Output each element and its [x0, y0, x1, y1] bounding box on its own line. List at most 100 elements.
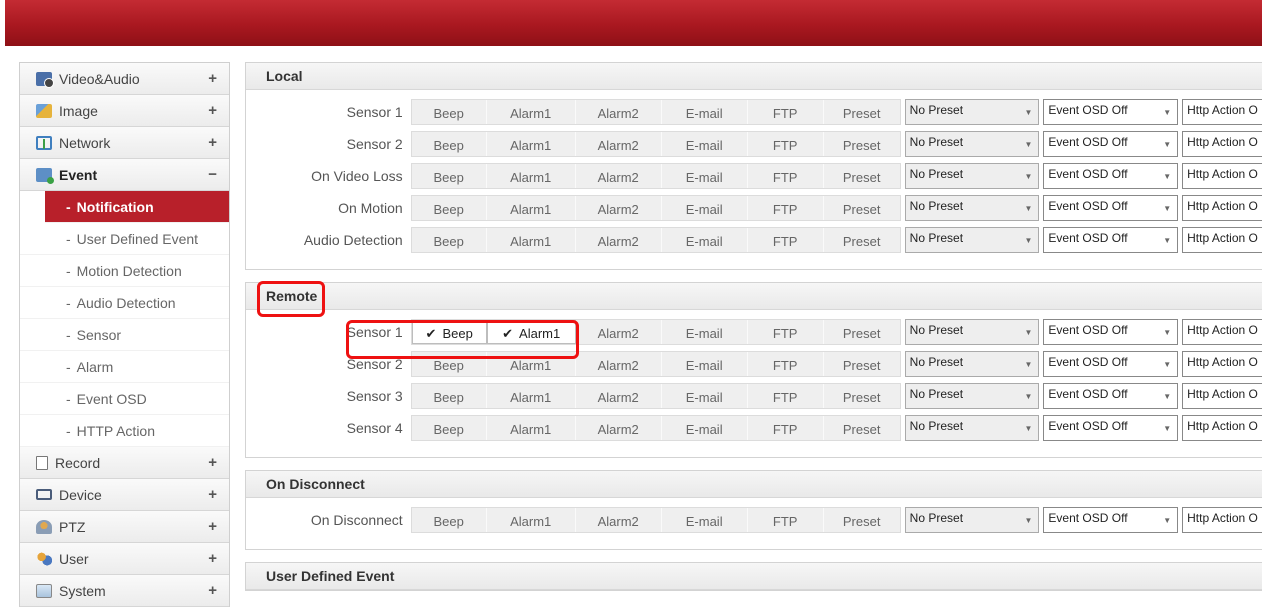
- email-button[interactable]: E-mail: [662, 384, 748, 408]
- sidebar-item-event[interactable]: Event −: [20, 159, 229, 191]
- alarm1-button[interactable]: Alarm1: [487, 352, 576, 376]
- http-action-select[interactable]: Http Action O: [1182, 227, 1262, 253]
- sidebar-item-video-audio[interactable]: Video&Audio +: [20, 63, 229, 95]
- sidebar-subitem-event-osd[interactable]: - Event OSD: [20, 383, 229, 415]
- event-osd-select[interactable]: Event OSD Off ▼: [1043, 383, 1179, 409]
- event-osd-select[interactable]: Event OSD Off ▼: [1043, 507, 1179, 533]
- preset-button[interactable]: Preset: [824, 416, 900, 440]
- sidebar-subitem-notification[interactable]: - Notification: [45, 191, 229, 223]
- event-osd-select[interactable]: Event OSD Off ▼: [1043, 131, 1179, 157]
- beep-button[interactable]: Beep: [412, 164, 487, 188]
- email-button[interactable]: E-mail: [662, 352, 748, 376]
- preset-button[interactable]: Preset: [824, 384, 900, 408]
- alarm1-button[interactable]: Alarm1: [487, 384, 576, 408]
- email-button[interactable]: E-mail: [662, 416, 748, 440]
- beep-button[interactable]: Beep: [412, 416, 487, 440]
- beep-button[interactable]: Beep: [412, 196, 487, 220]
- preset-select[interactable]: No Preset ▼: [904, 195, 1040, 221]
- preset-button[interactable]: Preset: [824, 228, 900, 252]
- ftp-button[interactable]: FTP: [748, 508, 824, 532]
- beep-button[interactable]: Beep: [412, 384, 487, 408]
- alarm2-button[interactable]: Alarm2: [576, 352, 662, 376]
- alarm1-button[interactable]: Alarm1: [487, 100, 576, 124]
- sidebar-item-image[interactable]: Image +: [20, 95, 229, 127]
- alarm2-button[interactable]: Alarm2: [576, 228, 662, 252]
- alarm1-button[interactable]: Alarm1: [487, 196, 576, 220]
- beep-button[interactable]: Beep: [412, 132, 487, 156]
- email-button[interactable]: E-mail: [662, 164, 748, 188]
- expand-icon[interactable]: +: [208, 134, 217, 151]
- alarm1-button[interactable]: Alarm1: [487, 508, 576, 532]
- beep-button[interactable]: Beep: [412, 352, 487, 376]
- alarm2-button[interactable]: Alarm2: [576, 508, 662, 532]
- expand-icon[interactable]: +: [208, 550, 217, 567]
- sidebar-subitem-motion-detection[interactable]: - Motion Detection: [20, 255, 229, 287]
- preset-select[interactable]: No Preset ▼: [904, 383, 1040, 409]
- ftp-button[interactable]: FTP: [748, 416, 824, 440]
- event-osd-select[interactable]: Event OSD Off ▼: [1043, 415, 1179, 441]
- http-action-select[interactable]: Http Action O: [1182, 383, 1262, 409]
- http-action-select[interactable]: Http Action O: [1182, 195, 1262, 221]
- preset-select[interactable]: No Preset ▼: [904, 99, 1040, 125]
- sidebar-subitem-http-action[interactable]: - HTTP Action: [20, 415, 229, 447]
- ftp-button[interactable]: FTP: [748, 164, 824, 188]
- sidebar-subitem-user-defined-event[interactable]: - User Defined Event: [20, 223, 229, 255]
- http-action-select[interactable]: Http Action O: [1182, 131, 1262, 157]
- http-action-select[interactable]: Http Action O: [1182, 507, 1262, 533]
- alarm1-button[interactable]: Alarm1: [487, 416, 576, 440]
- event-osd-select[interactable]: Event OSD Off ▼: [1043, 351, 1179, 377]
- sidebar-item-device[interactable]: Device +: [20, 479, 229, 511]
- alarm2-button[interactable]: Alarm2: [576, 132, 662, 156]
- expand-icon[interactable]: +: [208, 454, 217, 471]
- expand-icon[interactable]: +: [208, 102, 217, 119]
- http-action-select[interactable]: Http Action O: [1182, 99, 1262, 125]
- http-action-select[interactable]: Http Action O: [1182, 319, 1262, 345]
- preset-button[interactable]: Preset: [824, 508, 900, 532]
- email-button[interactable]: E-mail: [662, 100, 748, 124]
- expand-icon[interactable]: +: [208, 582, 217, 599]
- http-action-select[interactable]: Http Action O: [1182, 163, 1262, 189]
- alarm1-button[interactable]: Alarm1: [487, 164, 576, 188]
- beep-button[interactable]: Beep: [412, 228, 487, 252]
- ftp-button[interactable]: FTP: [748, 384, 824, 408]
- preset-select[interactable]: No Preset ▼: [904, 131, 1040, 157]
- sidebar-item-network[interactable]: Network +: [20, 127, 229, 159]
- email-button[interactable]: E-mail: [662, 508, 748, 532]
- ftp-button[interactable]: FTP: [748, 100, 824, 124]
- ftp-button[interactable]: FTP: [748, 196, 824, 220]
- email-button[interactable]: E-mail: [662, 132, 748, 156]
- alarm2-button[interactable]: Alarm2: [576, 164, 662, 188]
- ftp-button[interactable]: FTP: [748, 320, 824, 344]
- preset-button[interactable]: Preset: [824, 164, 900, 188]
- preset-select[interactable]: No Preset ▼: [904, 319, 1040, 345]
- email-button[interactable]: E-mail: [662, 320, 748, 344]
- event-osd-select[interactable]: Event OSD Off ▼: [1043, 163, 1179, 189]
- beep-button[interactable]: ✔ Beep: [411, 320, 487, 344]
- ftp-button[interactable]: FTP: [748, 352, 824, 376]
- event-osd-select[interactable]: Event OSD Off ▼: [1043, 227, 1179, 253]
- beep-button[interactable]: Beep: [412, 508, 487, 532]
- alarm1-button[interactable]: ✔ Alarm1: [486, 320, 576, 344]
- http-action-select[interactable]: Http Action O: [1182, 351, 1262, 377]
- sidebar-item-ptz[interactable]: PTZ +: [20, 511, 229, 543]
- http-action-select[interactable]: Http Action O: [1182, 415, 1262, 441]
- event-osd-select[interactable]: Event OSD Off ▼: [1043, 195, 1179, 221]
- expand-icon[interactable]: +: [208, 518, 217, 535]
- alarm2-button[interactable]: Alarm2: [576, 196, 662, 220]
- preset-select[interactable]: No Preset ▼: [904, 507, 1040, 533]
- ftp-button[interactable]: FTP: [748, 228, 824, 252]
- sidebar-subitem-alarm[interactable]: - Alarm: [20, 351, 229, 383]
- expand-icon[interactable]: +: [208, 70, 217, 87]
- preset-button[interactable]: Preset: [824, 320, 900, 344]
- expand-icon[interactable]: +: [208, 486, 217, 503]
- sidebar-subitem-sensor[interactable]: - Sensor: [20, 319, 229, 351]
- event-osd-select[interactable]: Event OSD Off ▼: [1043, 319, 1179, 345]
- alarm2-button[interactable]: Alarm2: [576, 100, 662, 124]
- alarm1-button[interactable]: Alarm1: [487, 132, 576, 156]
- sidebar-subitem-audio-detection[interactable]: - Audio Detection: [20, 287, 229, 319]
- sidebar-item-record[interactable]: Record +: [20, 447, 229, 479]
- alarm1-button[interactable]: Alarm1: [487, 228, 576, 252]
- sidebar-item-system[interactable]: System +: [20, 575, 229, 607]
- beep-button[interactable]: Beep: [412, 100, 487, 124]
- preset-button[interactable]: Preset: [824, 352, 900, 376]
